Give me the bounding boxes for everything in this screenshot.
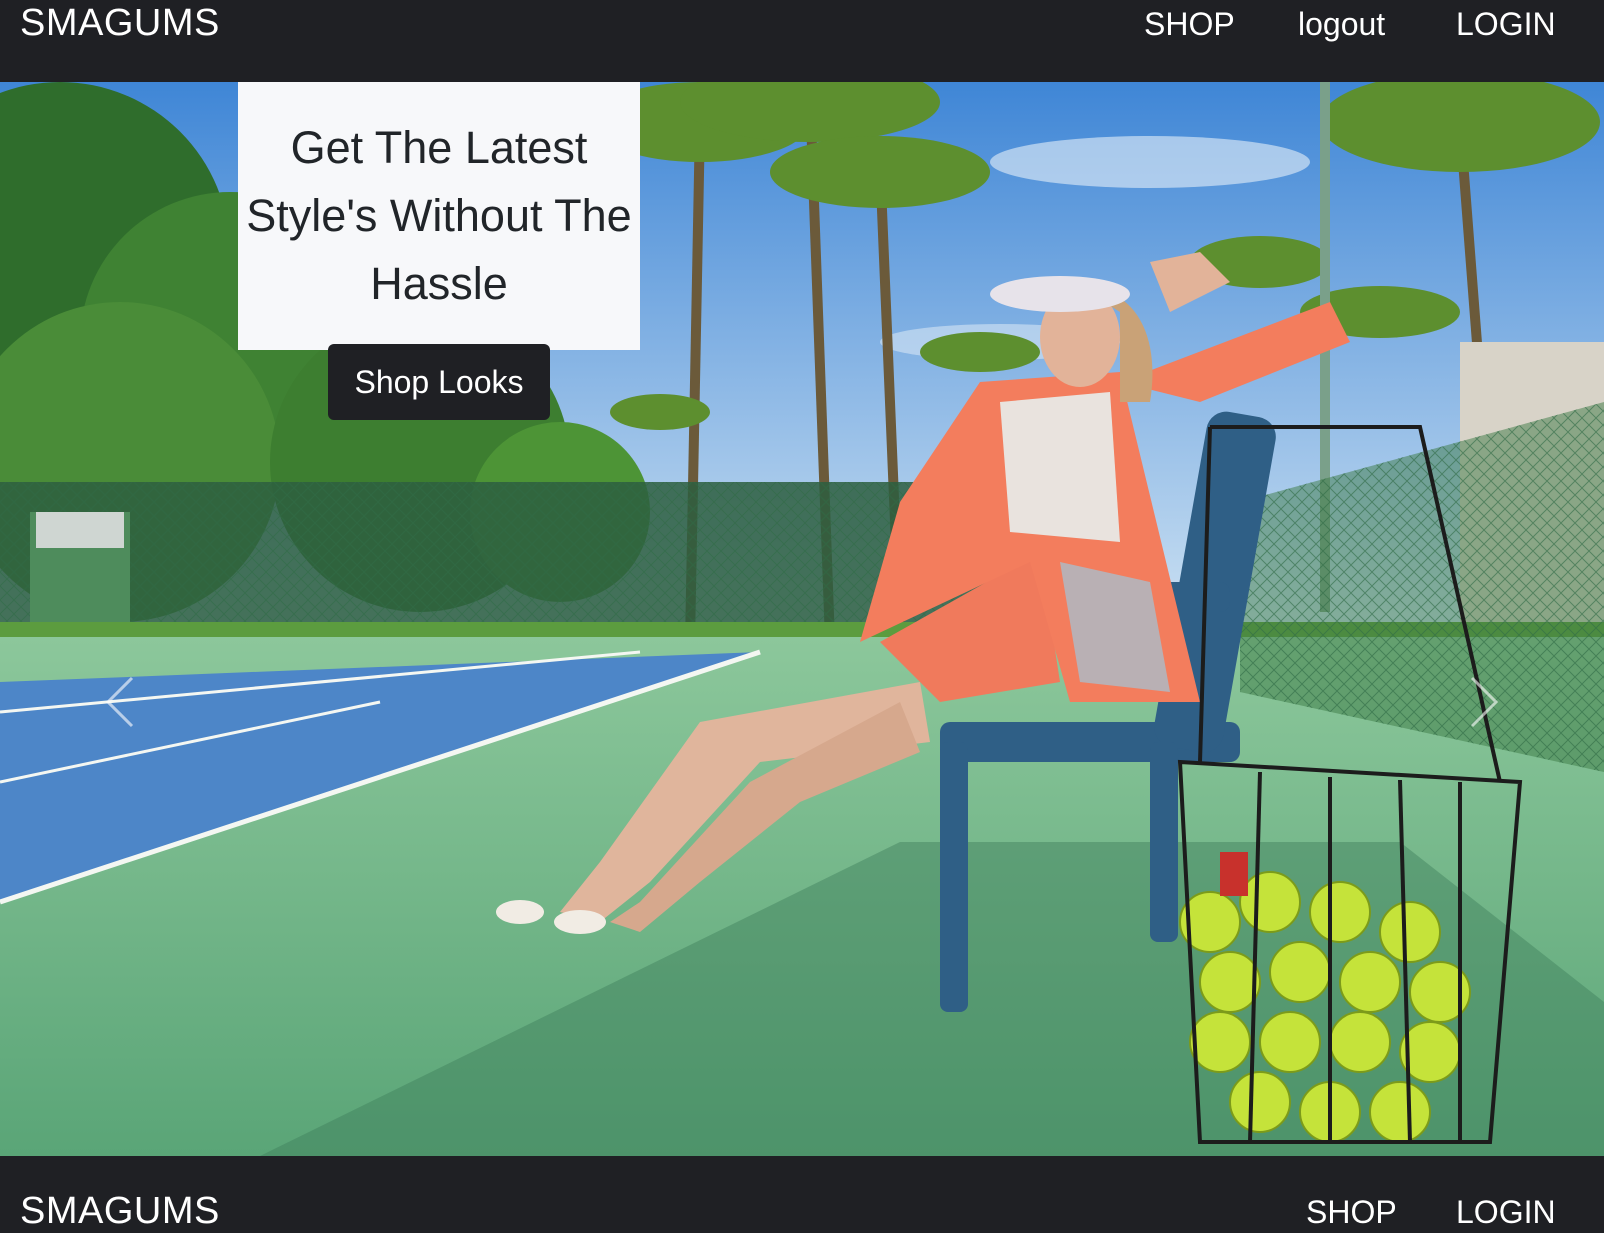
hero-heading: Get The Latest Style's Without The Hassl…: [246, 122, 632, 309]
bottom-navbar: SMAGUMS SHOP LOGIN: [0, 1156, 1604, 1232]
chevron-left-icon: [105, 676, 134, 728]
nav-login-link[interactable]: LOGIN: [1456, 6, 1556, 43]
nav-logout-link[interactable]: logout: [1298, 6, 1385, 43]
footer-brand-logo[interactable]: SMAGUMS: [20, 1190, 220, 1233]
brand-logo[interactable]: SMAGUMS: [20, 2, 220, 45]
nav-shop-link[interactable]: SHOP: [1144, 6, 1235, 43]
footer-login-link[interactable]: LOGIN: [1456, 1194, 1556, 1231]
carousel-prev-button[interactable]: [100, 672, 140, 732]
shop-looks-button[interactable]: Shop Looks: [328, 344, 550, 420]
footer-shop-link[interactable]: SHOP: [1306, 1194, 1397, 1231]
chevron-right-icon: [1470, 676, 1499, 728]
top-navbar: SMAGUMS SHOP logout LOGIN: [0, 0, 1604, 82]
carousel-next-button[interactable]: [1464, 672, 1504, 732]
hero-caption: Get The Latest Style's Without The Hassl…: [238, 82, 640, 350]
